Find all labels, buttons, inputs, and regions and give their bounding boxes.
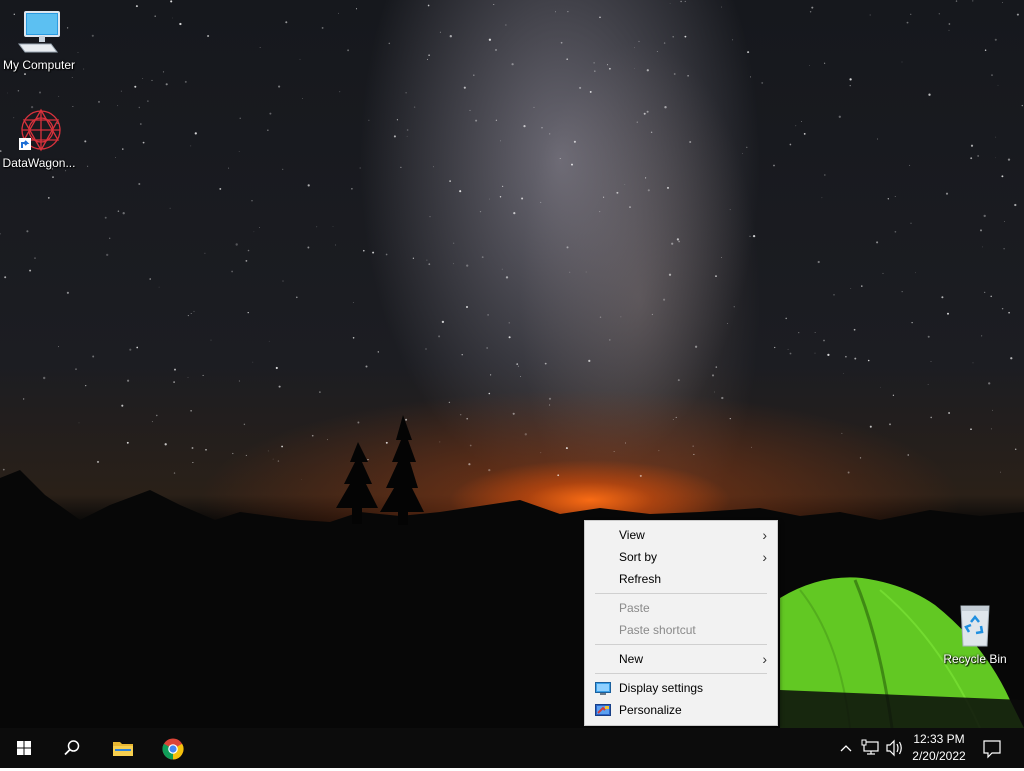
menu-item-paste: Paste [585, 597, 777, 619]
start-button[interactable] [0, 728, 48, 768]
menu-item-label: View [619, 528, 645, 542]
volume-button[interactable] [884, 728, 904, 768]
file-explorer-button[interactable] [98, 728, 146, 768]
chevron-right-icon: › [762, 651, 767, 667]
taskbar: 12:33 PM 2/20/2022 [0, 728, 1024, 768]
desktop-icon-datawagon[interactable]: DataWagon... [0, 106, 78, 171]
chevron-right-icon: › [762, 549, 767, 565]
clock[interactable]: 12:33 PM 2/20/2022 [902, 731, 976, 765]
desktop-icon-label: Recycle Bin [943, 652, 1007, 666]
desktop[interactable]: My Computer DataWagon... Recycle Bin Vie… [0, 0, 1024, 728]
chrome-button[interactable] [148, 728, 196, 768]
wallpaper-landscape [0, 415, 1024, 728]
chevron-up-icon [840, 745, 852, 752]
datawagon-app-icon [15, 106, 63, 154]
desktop-context-menu: View › Sort by › Refresh Paste Paste sho… [584, 520, 778, 726]
menu-item-sort-by[interactable]: Sort by › [585, 546, 777, 568]
menu-item-label: Paste shortcut [619, 623, 696, 637]
chevron-right-icon: › [762, 527, 767, 543]
desktop-icon-label: My Computer [2, 58, 76, 72]
notification-icon [983, 740, 1001, 759]
menu-item-view[interactable]: View › [585, 524, 777, 546]
menu-item-label: Paste [619, 601, 650, 615]
clock-date: 2/20/2022 [912, 749, 966, 763]
desktop-icon-my-computer[interactable]: My Computer [0, 8, 78, 73]
windows-logo-icon [17, 741, 31, 755]
network-button[interactable] [860, 728, 882, 768]
personalize-icon [595, 703, 611, 717]
menu-item-new[interactable]: New › [585, 648, 777, 670]
computer-icon [15, 8, 63, 56]
desktop-icon-recycle-bin[interactable]: Recycle Bin [936, 602, 1014, 667]
menu-separator [595, 593, 767, 594]
desktop-icon-label: DataWagon... [2, 156, 76, 170]
action-center-button[interactable] [980, 728, 1004, 768]
menu-item-label: Display settings [619, 681, 704, 695]
volume-icon [886, 739, 902, 757]
menu-item-label: Personalize [619, 703, 682, 717]
folder-icon [113, 742, 133, 756]
menu-item-label: Sort by [619, 550, 658, 564]
menu-item-label: Refresh [619, 572, 662, 586]
menu-item-display-settings[interactable]: Display settings [585, 677, 777, 699]
clock-time: 12:33 PM [913, 732, 965, 746]
menu-item-refresh[interactable]: Refresh [585, 568, 777, 590]
network-icon [861, 739, 879, 755]
show-hidden-icons-button[interactable] [838, 728, 854, 768]
search-button[interactable] [48, 728, 96, 768]
chrome-icon [162, 738, 184, 760]
recycle-bin-icon [951, 602, 999, 650]
menu-separator [595, 644, 767, 645]
search-icon [64, 740, 80, 756]
menu-item-label: New [619, 652, 644, 666]
menu-separator [595, 673, 767, 674]
display-settings-icon [595, 681, 611, 695]
menu-item-paste-shortcut: Paste shortcut [585, 619, 777, 641]
menu-item-personalize[interactable]: Personalize [585, 699, 777, 721]
